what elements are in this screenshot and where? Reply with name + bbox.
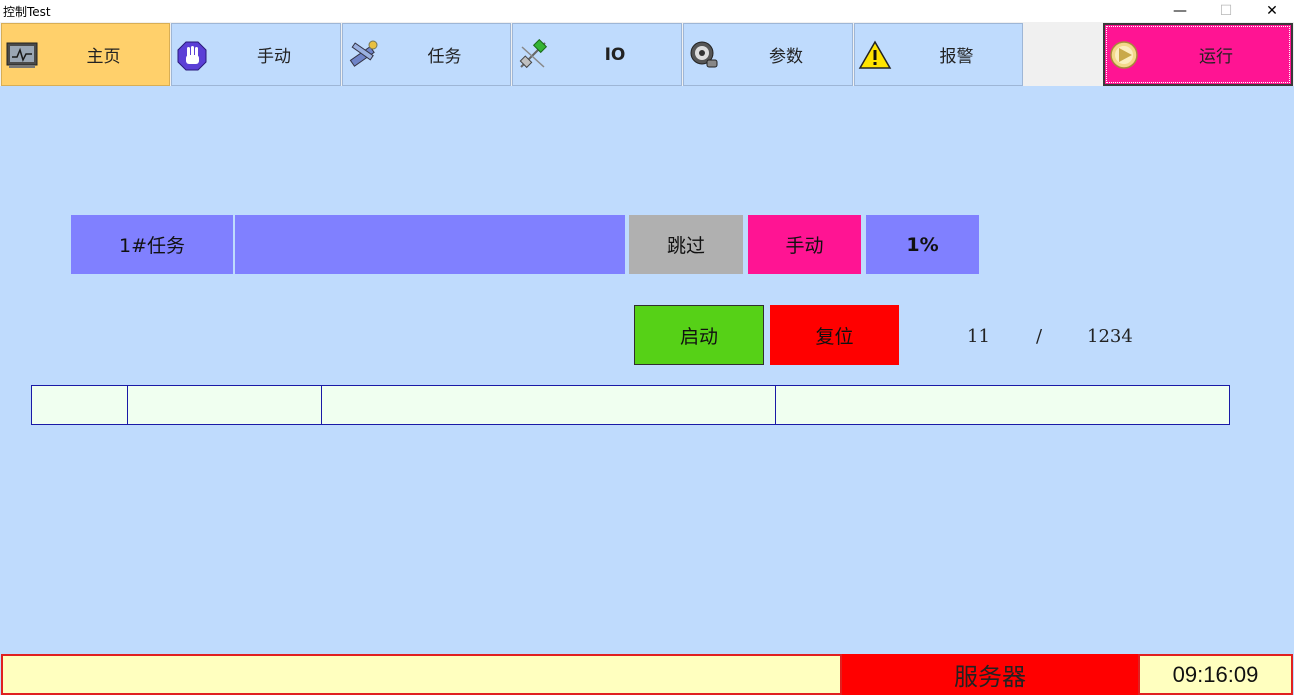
task-name-field [235,215,625,274]
data-grid-row [31,385,1230,425]
gear-icon [690,41,718,68]
maximize-icon[interactable]: ☐ [1203,0,1249,22]
grid-cell [322,386,776,424]
nav-home-button[interactable]: 主页 [1,23,170,86]
run-icon [1110,41,1138,69]
monitor-icon [6,42,38,68]
minimize-icon[interactable]: — [1157,0,1203,22]
nav-io-button[interactable]: IO [512,23,682,86]
task-label: 1#任务 [71,215,233,274]
nav-io-label: IO [604,44,626,65]
nav-task-button[interactable]: 任务 [342,23,511,86]
counter-current: 11 [967,326,990,347]
status-bar: 服务器 09:16:09 [0,653,1294,695]
counter-separator: / [1036,326,1043,347]
warning-icon [858,40,892,69]
skip-button[interactable]: 跳过 [629,215,743,274]
nav-manual-button[interactable]: 手动 [171,23,341,86]
main-panel: 1#任务 跳过 手动 1% 启动 复位 11 / 1234 [0,86,1294,653]
grid-cell [32,386,128,424]
reset-button[interactable]: 复位 [770,305,899,365]
close-icon[interactable]: ✕ [1249,0,1294,22]
nav-manual-label: 手动 [257,47,291,67]
nav-params-button[interactable]: 参数 [683,23,853,86]
status-clock: 09:16:09 [1138,654,1293,695]
grid-cell [128,386,322,424]
run-label: 运行 [1199,47,1233,67]
io-plug-icon [519,39,548,69]
mode-manual-button[interactable]: 手动 [748,215,861,274]
window-titlebar: 控制Test — ☐ ✕ [0,0,1294,22]
grid-cell [776,386,1229,424]
nav-home-label: 主页 [86,47,121,67]
server-status: 服务器 [842,654,1138,695]
run-button[interactable]: 运行 [1103,23,1293,86]
progress-percent: 1% [866,215,979,274]
status-message [1,654,842,695]
nav-bar: 主页 手动 任务 IO 参数 报警 运行 [0,22,1294,86]
hand-icon [177,41,207,71]
tools-icon [349,40,378,67]
nav-alarm-label: 报警 [939,47,974,67]
nav-alarm-button[interactable]: 报警 [854,23,1023,86]
window-title: 控制Test [3,5,51,19]
counter-total: 1234 [1087,326,1133,347]
start-button[interactable]: 启动 [634,305,764,365]
nav-params-label: 参数 [769,47,803,67]
nav-task-label: 任务 [427,47,462,67]
